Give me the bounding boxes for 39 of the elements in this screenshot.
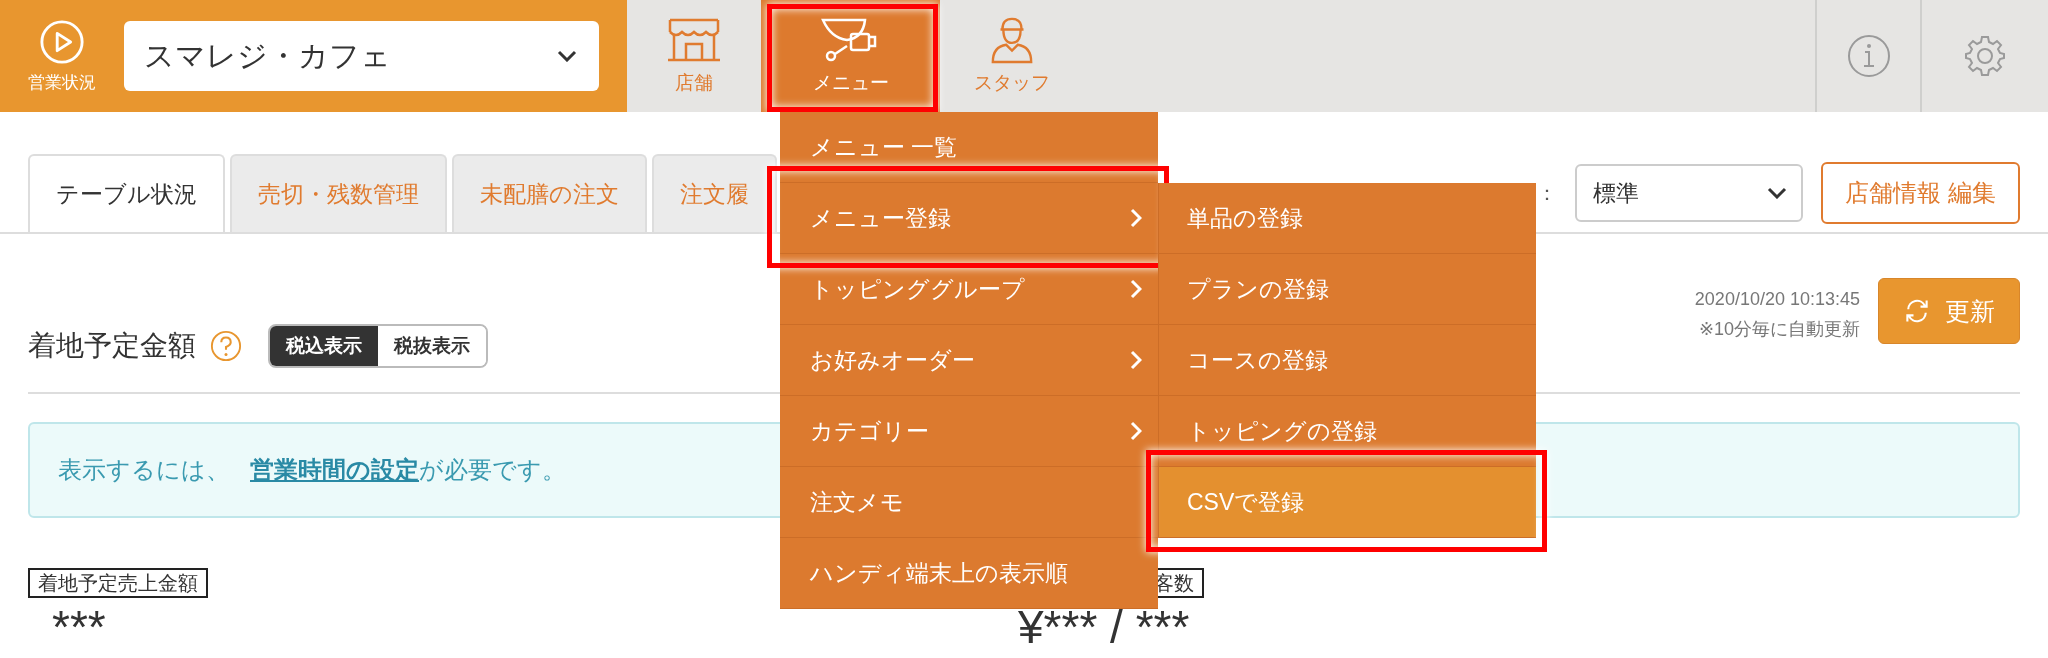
- tab[interactable]: 未配膳の注文: [452, 154, 647, 232]
- chevron-right-icon: [1130, 421, 1142, 441]
- help-icon[interactable]: [210, 330, 242, 362]
- menu-item[interactable]: コースの登録: [1159, 325, 1536, 396]
- play-icon: [39, 18, 85, 65]
- menu-item[interactable]: 単品の登録: [1159, 183, 1536, 254]
- menu-item[interactable]: プランの登録: [1159, 254, 1536, 325]
- hours-label: ：: [1537, 180, 1558, 206]
- chevron-down-icon: [1767, 187, 1788, 199]
- menu-item[interactable]: メニュー 一覧: [780, 112, 1158, 183]
- tax-toggle[interactable]: 税込表示: [270, 326, 378, 366]
- status-button[interactable]: 営業状況: [0, 0, 124, 112]
- menu-item[interactable]: ハンディ端末上の表示順: [780, 538, 1158, 609]
- nav-tab[interactable]: メニュー: [761, 0, 940, 112]
- chevron-right-icon: [1130, 208, 1142, 228]
- hours-select[interactable]: 標準: [1575, 164, 1804, 222]
- info-icon: [1846, 34, 1891, 78]
- section-title: 着地予定金額: [28, 329, 196, 363]
- refresh-button[interactable]: 更新: [1878, 278, 2020, 344]
- nav-tab[interactable]: スタッフ: [940, 0, 1084, 112]
- chevron-right-icon: [1130, 350, 1142, 370]
- settings-link[interactable]: 営業時間の設定: [250, 454, 419, 486]
- timestamp: 2020/10/20 10:13:45: [1694, 288, 1860, 311]
- refresh-icon: [1903, 297, 1931, 325]
- metric-label: 着地予定売上金額: [28, 568, 208, 598]
- edit-store-button[interactable]: 店舗情報 編集: [1821, 162, 2020, 224]
- chevron-right-icon: [1130, 279, 1142, 299]
- menu-item[interactable]: CSVで登録: [1159, 467, 1536, 538]
- tab[interactable]: 売切・残数管理: [230, 154, 447, 232]
- tab[interactable]: 注文履: [652, 154, 777, 232]
- store-select[interactable]: スマレジ・カフェ: [124, 21, 599, 91]
- chevron-down-icon: [557, 50, 577, 62]
- tab[interactable]: テーブル状況: [28, 154, 225, 232]
- metric-value: ***: [52, 602, 106, 652]
- nav-tab[interactable]: 店舗: [627, 0, 761, 112]
- person-icon: [989, 16, 1035, 64]
- auto-update-note: ※10分毎に自動更新: [1698, 318, 1860, 341]
- settings-icon: [1963, 34, 2007, 78]
- shop-icon: [666, 16, 722, 64]
